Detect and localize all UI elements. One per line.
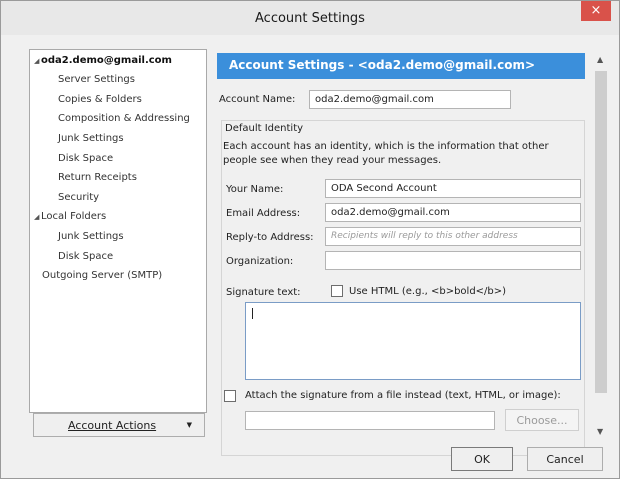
account-actions-label: Account Actions (68, 419, 157, 432)
title-bar[interactable]: Account Settings × (1, 1, 619, 35)
ok-button[interactable]: OK (451, 447, 513, 471)
text-caret (252, 308, 253, 319)
account-settings-window: Account Settings × ◢ oda2.demo@gmail.com … (0, 0, 620, 479)
account-banner: Account Settings - <oda2.demo@gmail.com> (217, 53, 585, 79)
organization-label: Organization: (226, 256, 294, 267)
dropdown-arrow-icon: ▼ (186, 421, 192, 429)
tree-item-label: oda2.demo@gmail.com (41, 55, 172, 66)
collapse-icon[interactable]: ◢ (34, 57, 41, 65)
tree-item-copies-folders[interactable]: Copies & Folders (58, 94, 142, 105)
cancel-button[interactable]: Cancel (527, 447, 603, 471)
identity-heading: Default Identity (225, 123, 304, 134)
scroll-down-icon[interactable]: ▼ (597, 427, 603, 436)
reply-to-field[interactable]: Recipients will reply to this other addr… (325, 227, 581, 246)
account-name-label: Account Name: (219, 94, 296, 105)
signature-text-label: Signature text: (226, 287, 301, 298)
choose-file-button[interactable]: Choose... (505, 409, 579, 431)
account-actions-button[interactable]: Account Actions ▼ (33, 413, 205, 437)
window-title: Account Settings (255, 11, 365, 26)
your-name-field[interactable]: ODA Second Account (325, 179, 581, 198)
reply-to-label: Reply-to Address: (226, 232, 314, 243)
scroll-up-icon[interactable]: ▲ (597, 55, 603, 64)
tree-item-local-junk-settings[interactable]: Junk Settings (58, 231, 124, 242)
tree-item-local-disk-space[interactable]: Disk Space (58, 251, 113, 262)
signature-file-field[interactable] (245, 411, 495, 430)
identity-description: people see when they read your messages. (223, 155, 442, 166)
panel-scrollbar[interactable]: ▲ ▼ (593, 49, 609, 441)
your-name-label: Your Name: (226, 184, 284, 195)
tree-item-disk-space[interactable]: Disk Space (58, 153, 113, 164)
organization-field[interactable] (325, 251, 581, 270)
scrollbar-thumb[interactable] (595, 71, 607, 393)
tree-item-account[interactable]: ◢ oda2.demo@gmail.com (34, 55, 172, 66)
tree-item-server-settings[interactable]: Server Settings (58, 74, 135, 85)
tree-item-return-receipts[interactable]: Return Receipts (58, 172, 137, 183)
attach-signature-checkbox[interactable] (224, 390, 236, 402)
tree-item-junk-settings[interactable]: Junk Settings (58, 133, 124, 144)
signature-textarea[interactable] (245, 302, 581, 380)
attach-signature-label[interactable]: Attach the signature from a file instead… (245, 390, 561, 401)
account-tree: ◢ oda2.demo@gmail.com Server Settings Cop… (29, 49, 207, 413)
tree-item-label: Local Folders (41, 211, 107, 222)
email-address-field[interactable]: oda2.demo@gmail.com (325, 203, 581, 222)
close-button[interactable]: × (581, 1, 611, 21)
tree-item-outgoing-server[interactable]: Outgoing Server (SMTP) (42, 270, 162, 281)
account-name-field[interactable]: oda2.demo@gmail.com (309, 90, 511, 109)
collapse-icon[interactable]: ◢ (34, 213, 41, 221)
tree-item-local-folders[interactable]: ◢ Local Folders (34, 211, 106, 222)
tree-item-composition[interactable]: Composition & Addressing (58, 113, 190, 124)
tree-item-security[interactable]: Security (58, 192, 99, 203)
email-address-label: Email Address: (226, 208, 301, 219)
use-html-label[interactable]: Use HTML (e.g., <b>bold</b>) (349, 286, 506, 297)
identity-description: Each account has an identity, which is t… (223, 141, 549, 152)
use-html-checkbox[interactable] (331, 285, 343, 297)
